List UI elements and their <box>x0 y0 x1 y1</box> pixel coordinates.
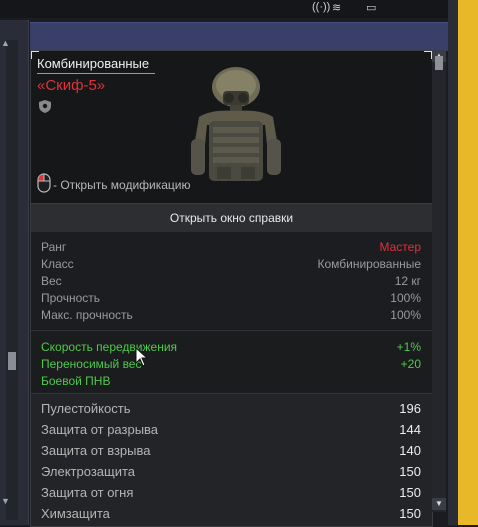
side-scroll-down-icon[interactable]: ▼ <box>1 496 10 506</box>
tooltip-scrollbar[interactable]: ▲ ▼ <box>432 50 446 512</box>
category-underline <box>37 73 155 74</box>
scroll-thumb[interactable] <box>435 56 443 70</box>
stat-label: Макс. прочность <box>41 308 133 322</box>
item-preview: Комбинированные «Скиф-5» - Открыть модиф… <box>31 51 432 201</box>
protection-value: 150 <box>399 464 421 479</box>
armor-image <box>191 67 281 181</box>
bonus-label: Скорость передвижения <box>41 340 178 354</box>
protection-value: 140 <box>399 443 421 458</box>
window-header <box>30 22 448 51</box>
signal-tower-icon: ((·)) <box>312 1 331 13</box>
side-scroll-thumb[interactable] <box>8 352 16 370</box>
stat-value: 100% <box>390 308 421 322</box>
stat-label: Вес <box>41 274 62 288</box>
bonus-label: Боевой ПНВ <box>41 374 111 388</box>
side-panel: ▲ ▼ <box>0 20 29 525</box>
protection-label: Электрозащита <box>41 464 136 479</box>
stat-value: 100% <box>390 291 421 305</box>
bonus-label: Переносимый вес <box>41 357 142 371</box>
info-section: Ранг Мастер Класс Комбинированные Вес 12… <box>31 232 432 329</box>
bonus-value: +1% <box>396 340 421 354</box>
accent-strip <box>458 0 478 525</box>
frame-edge <box>448 0 458 525</box>
stat-label: Прочность <box>41 291 101 305</box>
side-scrollbar[interactable] <box>6 40 18 520</box>
status-bar: ((·)) ≋ ▭ <box>0 0 478 18</box>
battery-icon: ▭ <box>366 2 377 14</box>
protection-value: 150 <box>399 485 421 500</box>
protection-label: Пулестойкость <box>41 401 131 416</box>
open-modification-hint[interactable]: - Открыть модификацию <box>53 178 191 192</box>
protection-value: 144 <box>399 422 421 437</box>
protection-label: Химзащита <box>41 506 110 521</box>
stat-value: Мастер <box>379 240 421 254</box>
shield-icon <box>39 100 51 113</box>
item-name: «Скиф-5» <box>37 77 106 94</box>
mouse-cursor-icon <box>135 347 149 367</box>
protection-value: 150 <box>399 506 421 521</box>
wifi-icon: ≋ <box>332 2 342 14</box>
item-category: Комбинированные <box>37 56 150 71</box>
scroll-down-icon[interactable]: ▼ <box>432 498 446 510</box>
side-scroll-up-icon[interactable]: ▲ <box>1 38 10 48</box>
bonus-value: +20 <box>400 357 421 371</box>
protection-label: Защита от огня <box>41 485 134 500</box>
protection-value: 196 <box>399 401 421 416</box>
stat-value: Комбинированные <box>317 257 422 271</box>
stat-value: 12 кг <box>394 274 421 288</box>
bonus-section: Скорость передвижения +1% Переносимый ве… <box>31 330 432 393</box>
stat-label: Ранг <box>41 240 67 254</box>
protection-section: Пулестойкость 196 Защита от разрыва 144 … <box>31 393 432 526</box>
protection-label: Защита от взрыва <box>41 443 151 458</box>
open-help-button[interactable]: Открыть окно справки <box>31 203 432 233</box>
stat-label: Класс <box>41 257 74 271</box>
mouse-icon <box>37 173 51 193</box>
item-tooltip: Комбинированные «Скиф-5» - Открыть модиф… <box>30 50 433 527</box>
protection-label: Защита от разрыва <box>41 422 159 437</box>
